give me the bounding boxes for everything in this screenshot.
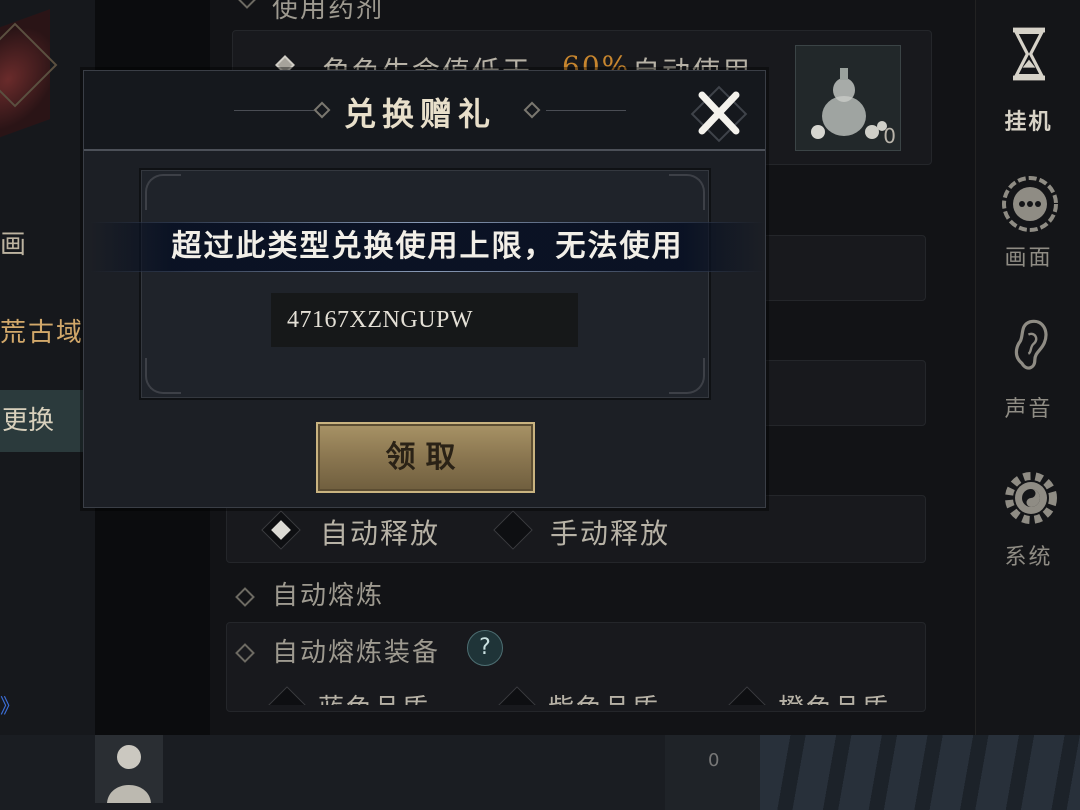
title-ornament-right-icon: [523, 101, 541, 119]
title-line-right: [546, 110, 626, 111]
bottom-decoration: [760, 735, 1080, 810]
error-toast: 超过此类型兑换使用上限，无法使用: [90, 222, 765, 272]
frame-corner-ornament: [669, 358, 705, 394]
smelt-section-label: 自动熔炼: [272, 581, 385, 611]
code-input-frame: [139, 168, 711, 400]
hourglass-icon: [1013, 27, 1045, 81]
right-menu: 挂机 画面 声音 系统: [975, 0, 1080, 735]
menu-item-idle[interactable]: 挂机: [976, 20, 1080, 150]
purple-quality-checkbox[interactable]: [497, 686, 537, 705]
dialog-title: 兑换赠礼: [344, 95, 497, 133]
screen-icon: [1002, 176, 1058, 232]
frame-corner-ornament: [145, 174, 181, 210]
orange-quality-checkbox[interactable]: [727, 686, 767, 705]
title-line-left: [234, 110, 314, 111]
bottom-slot-count: 0: [708, 750, 720, 771]
menu-item-system[interactable]: 系统: [976, 465, 1080, 575]
redeem-code-input[interactable]: 47167XZNGUPW: [271, 293, 578, 347]
menu-item-screen[interactable]: 画面: [976, 170, 1080, 280]
potion-section-label: 使用药剂: [272, 0, 385, 24]
quality-row: 蓝色品质 紫色品质 橙色品质: [226, 680, 926, 705]
avatar-icon: [107, 745, 151, 803]
close-icon: [690, 85, 748, 143]
menu-label-screen: 画面: [1004, 246, 1053, 271]
frame-corner-ornament: [145, 358, 181, 394]
manual-release-label: 手动释放: [550, 517, 671, 550]
claim-button[interactable]: 领取: [316, 422, 535, 493]
toast-bottom-line: [90, 271, 765, 272]
character-name-fragment: 画: [0, 230, 29, 260]
bottom-item-slot[interactable]: [665, 735, 760, 810]
orange-quality-label: 橙色品质: [778, 688, 890, 705]
potion-item-slot[interactable]: 0: [795, 45, 901, 151]
setting-row-2: [760, 235, 926, 301]
title-ornament-left-icon: [313, 101, 331, 119]
realm-name: 荒古域: [0, 318, 85, 348]
menu-label-idle: 挂机: [1004, 109, 1053, 135]
potion-count: 0: [883, 124, 896, 148]
blue-quality-checkbox[interactable]: [267, 686, 307, 705]
more-link[interactable]: 》: [0, 690, 20, 719]
change-button[interactable]: 更换: [0, 390, 85, 452]
redeem-gift-dialog: 兑换赠礼 47167XZNGUPW 领取: [83, 70, 766, 508]
menu-item-sound[interactable]: 声音: [976, 315, 1080, 425]
bottom-avatar[interactable]: [95, 735, 163, 803]
purple-quality-label: 紫色品质: [548, 688, 660, 705]
menu-label-system: 系统: [1004, 545, 1053, 570]
close-button[interactable]: [684, 81, 754, 145]
menu-label-sound: 声音: [1004, 397, 1053, 422]
toast-message: 超过此类型兑换使用上限，无法使用: [171, 229, 684, 264]
auto-release-label: 自动释放: [320, 517, 441, 550]
setting-row-3: [760, 360, 926, 426]
blue-quality-label: 蓝色品质: [318, 688, 430, 705]
dialog-header: 兑换赠礼: [84, 71, 765, 151]
ear-icon: [1014, 319, 1048, 370]
gear-icon: [1005, 472, 1057, 524]
help-icon[interactable]: ?: [467, 630, 503, 666]
frame-corner-ornament: [669, 174, 705, 210]
smelt-equipment-label: 自动熔炼装备: [272, 638, 441, 668]
